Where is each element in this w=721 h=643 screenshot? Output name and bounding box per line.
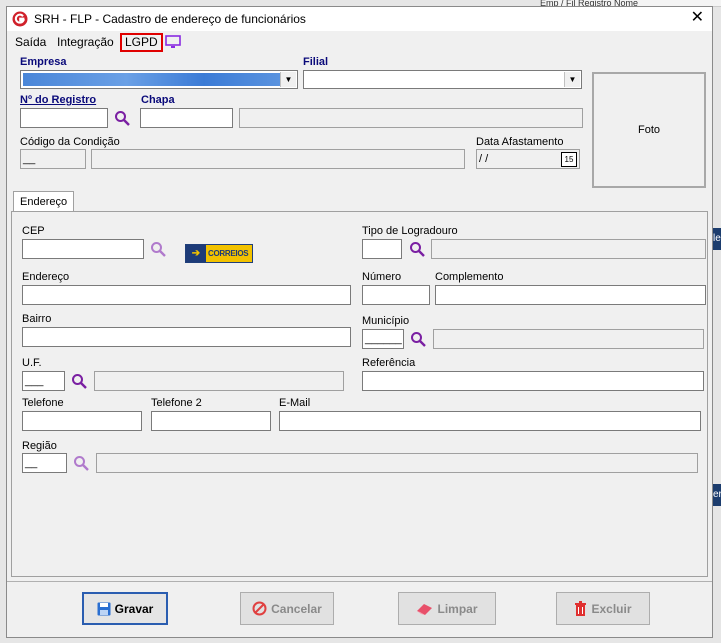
municipio-label: Município — [362, 315, 410, 327]
email-label: E-Mail — [279, 397, 311, 409]
cep-input[interactable] — [22, 239, 144, 259]
cancelar-button-label: Cancelar — [271, 601, 322, 616]
municipio-input[interactable]: ______ — [362, 329, 404, 349]
button-bar: Gravar Cancelar Limpar Excluir — [7, 581, 712, 638]
regiao-label: Região — [22, 440, 57, 452]
complemento-input[interactable] — [435, 285, 706, 305]
background-side-tab-1: le — [713, 228, 721, 250]
gravar-button-label: Gravar — [114, 601, 154, 616]
empresa-selected-value — [23, 73, 281, 86]
telefone-label: Telefone — [22, 397, 64, 409]
foto-placeholder[interactable]: Foto — [592, 72, 706, 188]
tipo-logradouro-descricao-readonly — [431, 239, 706, 259]
search-registro-icon[interactable] — [114, 110, 130, 126]
tab-endereco[interactable]: Endereço — [13, 191, 75, 212]
bairro-input[interactable] — [22, 327, 351, 347]
gravar-button[interactable]: Gravar — [82, 592, 168, 625]
municipio-descricao-readonly — [433, 329, 704, 349]
background-side-tab-2: er — [713, 484, 721, 506]
telefone2-label: Telefone 2 — [151, 397, 202, 409]
tipo-logradouro-label: Tipo de Logradouro — [362, 225, 458, 237]
chapa-label: Chapa — [141, 94, 175, 106]
dialog-window: SRH - FLP - Cadastro de endereço de func… — [6, 6, 713, 638]
monitor-icon[interactable] — [165, 35, 181, 49]
excluir-button-label: Excluir — [591, 601, 632, 616]
window-title: SRH - FLP - Cadastro de endereço de func… — [34, 12, 306, 26]
title-bar: SRH - FLP - Cadastro de endereço de func… — [7, 7, 712, 31]
correios-mark-icon: ➔ — [186, 245, 206, 262]
data-afastamento-value: / / — [479, 153, 489, 165]
correios-text: CORREIOS — [208, 249, 249, 258]
trash-icon — [575, 601, 587, 616]
complemento-label: Complemento — [435, 271, 504, 283]
codigo-condicao-descricao-readonly — [91, 149, 465, 169]
regiao-descricao-readonly — [96, 453, 698, 473]
empresa-label: Empresa — [20, 56, 67, 68]
referencia-label: Referência — [362, 357, 416, 369]
uf-descricao-readonly — [94, 371, 344, 391]
search-tipo-logradouro-icon[interactable] — [409, 241, 425, 257]
regiao-input[interactable]: __ — [22, 453, 67, 473]
menu-bar: Saída Integração LGPD — [7, 31, 712, 52]
tab-container: Endereço CEP ➔ CORREIOS Tipo de Logradou… — [9, 191, 710, 579]
empresa-select[interactable]: ▼ — [20, 70, 298, 89]
cancelar-button[interactable]: Cancelar — [240, 592, 334, 625]
correios-logo[interactable]: ➔ CORREIOS — [185, 244, 253, 263]
search-uf-icon[interactable] — [71, 373, 87, 389]
search-cep-icon[interactable] — [150, 241, 166, 257]
registro-label: Nº do Registro — [20, 94, 97, 106]
telefone2-input[interactable] — [151, 411, 271, 431]
endereco-input[interactable] — [22, 285, 351, 305]
menu-item-lgpd[interactable]: LGPD — [120, 33, 163, 52]
referencia-input[interactable] — [362, 371, 704, 391]
limpar-button-label: Limpar — [437, 601, 478, 616]
filial-label: Filial — [303, 56, 329, 68]
bairro-label: Bairro — [22, 313, 52, 325]
cancel-icon — [252, 601, 267, 616]
menu-item-saida[interactable]: Saída — [15, 35, 46, 49]
uf-input[interactable]: ___ — [22, 371, 65, 391]
data-afastamento-input[interactable]: / / 15 — [476, 149, 580, 169]
menu-item-integracao[interactable]: Integração — [57, 35, 114, 49]
codigo-condicao-input[interactable]: __ — [20, 149, 86, 169]
data-afastamento-label: Data Afastamento — [476, 136, 564, 148]
search-municipio-icon[interactable] — [410, 331, 426, 347]
chapa-input[interactable] — [140, 108, 233, 128]
filial-dropdown-arrow-icon[interactable]: ▼ — [564, 72, 580, 87]
cep-label: CEP — [22, 225, 45, 237]
app-logo-icon — [12, 11, 28, 27]
calendar-icon[interactable]: 15 — [561, 152, 577, 167]
limpar-button[interactable]: Limpar — [398, 592, 496, 625]
close-icon[interactable]: ✕ — [691, 9, 704, 27]
eraser-icon — [417, 603, 433, 615]
tab-page-endereco: CEP ➔ CORREIOS Tipo de Logradouro Endere… — [11, 211, 708, 577]
codigo-condicao-label: Código da Condição — [20, 136, 120, 148]
filial-select[interactable]: ▼ — [303, 70, 582, 89]
search-regiao-icon[interactable] — [73, 455, 89, 471]
empresa-dropdown-arrow-icon[interactable]: ▼ — [280, 72, 296, 87]
email-input[interactable] — [279, 411, 701, 431]
funcionario-nome-readonly — [239, 108, 583, 128]
uf-label: U.F. — [22, 357, 42, 369]
telefone-input[interactable] — [22, 411, 142, 431]
numero-input[interactable] — [362, 285, 430, 305]
save-icon — [97, 602, 111, 615]
numero-label: Número — [362, 271, 402, 283]
excluir-button[interactable]: Excluir — [556, 592, 650, 625]
endereco-label: Endereço — [22, 271, 70, 283]
registro-input[interactable] — [20, 108, 108, 128]
tipo-logradouro-input[interactable] — [362, 239, 402, 259]
